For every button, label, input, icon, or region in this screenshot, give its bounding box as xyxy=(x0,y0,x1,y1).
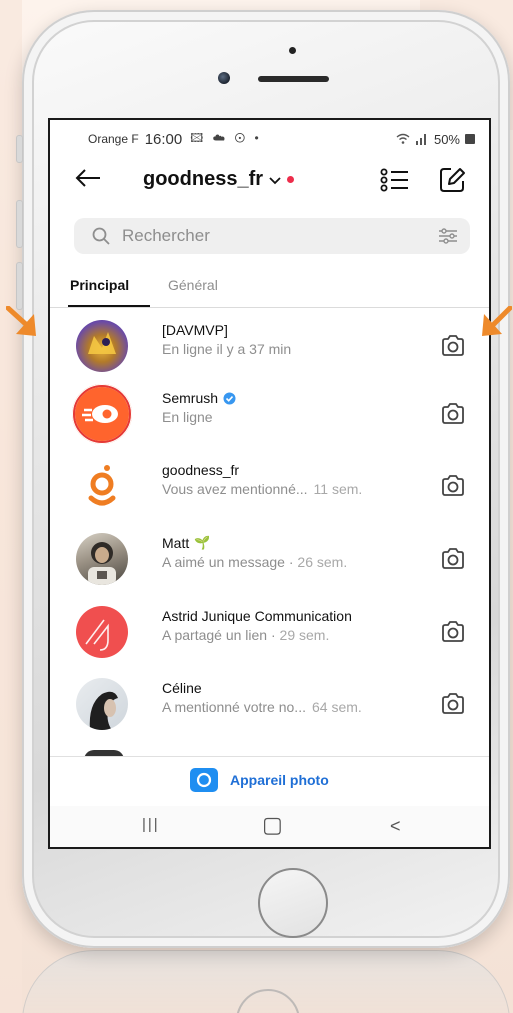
signal-icon xyxy=(415,134,426,145)
tab-bar: Principal Général xyxy=(50,268,489,308)
name-text: Semrush xyxy=(162,390,219,406)
earpiece-speaker xyxy=(258,76,329,82)
list-icon[interactable] xyxy=(380,166,410,194)
subtitle-text: A mentionné votre no... xyxy=(162,699,306,715)
battery-icon xyxy=(465,134,475,144)
reflected-home-button xyxy=(236,989,300,1013)
clock: 16:00 xyxy=(144,130,183,148)
system-indicators: 50% xyxy=(396,132,475,147)
battery-percent: 50% xyxy=(433,131,460,147)
sprout-emoji: 🌱 xyxy=(194,535,211,550)
chevron-down-icon xyxy=(269,172,281,188)
account-name: goodness_fr xyxy=(143,168,264,190)
volume-down-key xyxy=(16,262,23,310)
volume-up-key xyxy=(16,200,23,248)
android-nav-bar: ||| ▢ < xyxy=(50,806,489,847)
conversation-item[interactable]: [DAVMVP] En ligne il y a 37 min xyxy=(50,320,489,390)
conversation-name: Matt 🌱 xyxy=(162,535,210,551)
message-time: 29 sem. xyxy=(279,627,330,643)
notification-icons: 🖾 ☁ ⊙ • xyxy=(190,130,262,145)
home-nav-button[interactable]: ▢ xyxy=(262,812,283,838)
new-message-icon[interactable] xyxy=(438,166,466,194)
home-button[interactable] xyxy=(258,868,328,938)
camera-icon[interactable] xyxy=(440,474,466,498)
camera-bar: Appareil photo xyxy=(50,756,489,806)
subtitle-text: A aimé un message · xyxy=(162,554,294,570)
subtitle-text: En ligne il y a 37 min xyxy=(162,341,292,357)
conversation-name: [DAVMVP] xyxy=(162,322,228,338)
carrier-name: Orange F xyxy=(88,132,139,146)
conversation-item[interactable]: Semrush En ligne xyxy=(50,384,489,458)
back-button[interactable] xyxy=(74,166,102,194)
message-time: 11 sem. xyxy=(313,481,363,497)
message-time: 64 sem. xyxy=(311,699,362,715)
camera-icon[interactable] xyxy=(440,334,466,358)
back-nav-button[interactable]: < xyxy=(390,816,401,837)
unread-dot xyxy=(287,176,295,183)
account-switcher[interactable]: goodness_fr xyxy=(143,168,295,191)
proximity-sensor xyxy=(289,47,296,54)
callout-arrow-right xyxy=(482,306,512,336)
subtitle-text: A partagé un lien · xyxy=(162,627,276,643)
tab-general[interactable]: Général xyxy=(168,277,218,293)
search-icon xyxy=(92,227,110,245)
filter-icon[interactable] xyxy=(438,227,458,245)
avatar xyxy=(76,606,128,658)
name-text: goodness_fr xyxy=(162,462,240,478)
conversation-subtitle: A aimé un message · 26 sem. xyxy=(162,554,347,570)
status-bar: Orange F 16:00 🖾 ☁ ⊙ • 50% xyxy=(50,120,489,158)
conversation-item[interactable]: goodness_fr Vous avez mentionné... 11 sem… xyxy=(50,460,489,530)
avatar xyxy=(72,384,132,444)
recents-button[interactable]: ||| xyxy=(142,816,160,833)
mute-switch xyxy=(16,135,23,163)
camera-icon[interactable] xyxy=(440,547,466,571)
name-text: [DAVMVP] xyxy=(162,322,228,338)
header: goodness_fr xyxy=(50,160,489,200)
conversation-name: Semrush xyxy=(162,390,236,406)
conversation-subtitle: Vous avez mentionné... 11 sem. xyxy=(162,481,362,497)
avatar xyxy=(76,460,128,512)
search-bar[interactable]: Rechercher xyxy=(74,218,470,254)
verified-badge-icon xyxy=(223,392,236,404)
camera-button[interactable]: Appareil photo xyxy=(190,768,329,792)
conversation-subtitle: A mentionné votre no... 64 sem. xyxy=(162,699,362,715)
name-text: Astrid Junique Communication xyxy=(162,608,352,624)
conversation-name: Astrid Junique Communication xyxy=(162,608,352,624)
conversation-subtitle: A partagé un lien · 29 sem. xyxy=(162,627,329,643)
front-camera xyxy=(218,72,230,84)
name-text: Céline xyxy=(162,680,202,696)
conversation-subtitle: En ligne xyxy=(162,409,213,425)
camera-button-label: Appareil photo xyxy=(230,772,329,788)
active-tab-indicator xyxy=(68,305,150,307)
camera-icon[interactable] xyxy=(440,692,466,716)
name-text: Matt xyxy=(162,535,190,551)
avatar xyxy=(76,533,128,585)
avatar xyxy=(76,320,128,372)
tab-principal[interactable]: Principal xyxy=(70,277,129,293)
wifi-icon xyxy=(396,133,410,144)
conversation-item[interactable]: Astrid Junique Communication A partagé u… xyxy=(50,606,489,676)
phone-reflection xyxy=(22,950,510,1013)
camera-icon[interactable] xyxy=(440,620,466,644)
subtitle-text: En ligne xyxy=(162,409,213,425)
camera-filled-icon xyxy=(190,768,218,792)
camera-icon[interactable] xyxy=(440,402,466,426)
subtitle-text: Vous avez mentionné... xyxy=(162,481,308,497)
conversation-item[interactable]: Céline A mentionné votre no... 64 sem. xyxy=(50,678,489,748)
avatar xyxy=(76,678,128,730)
callout-arrow-left xyxy=(6,306,36,336)
message-time: 26 sem. xyxy=(297,554,348,570)
arrow-left-icon xyxy=(75,169,100,187)
conversation-name: Céline xyxy=(162,680,202,696)
conversation-subtitle: En ligne il y a 37 min xyxy=(162,341,291,357)
conversation-name: goodness_fr xyxy=(162,462,239,478)
search-input[interactable]: Rechercher xyxy=(122,226,438,246)
conversation-item[interactable]: Matt 🌱 A aimé un message · 26 sem. xyxy=(50,533,489,603)
phone-screen: Orange F 16:00 🖾 ☁ ⊙ • 50% goodness_fr R… xyxy=(48,118,491,849)
